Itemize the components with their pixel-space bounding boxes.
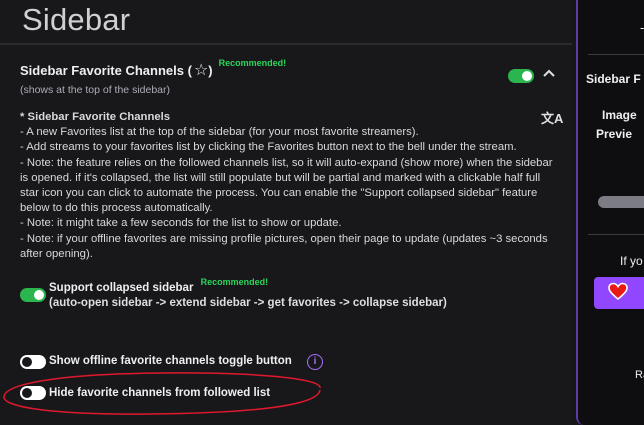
preview-slider[interactable] [598,196,644,208]
support-collapsed-label: Support collapsed sidebar [49,282,194,294]
support-collapsed-toggle[interactable] [20,288,46,302]
panel-divider [588,54,644,55]
description-heading: * Sidebar Favorite Channels [20,111,171,123]
heart-icon [608,282,628,301]
favorite-channels-header: Sidebar Favorite Channels ( ☆ ) Recommen… [20,58,287,96]
chevron-up-icon[interactable] [541,67,557,79]
panel-heading: Sidebar F [586,72,641,86]
favorite-channels-toggle[interactable] [508,69,534,83]
description-line: - A new Favorites list at the top of the… [20,126,419,139]
favorite-channels-title: Sidebar Favorite Channels ( [20,62,192,78]
title-divider [0,43,572,45]
preview-label: Previe [596,127,633,141]
recommended-badge: Recommended! [218,58,287,68]
support-collapsed-sub: (auto-open sidebar -> extend sidebar -> … [49,297,447,309]
image-label: Image [602,108,637,122]
show-offline-label: Show offline favorite channels toggle bu… [49,355,292,367]
panel-dash: - [640,20,644,35]
description-line: - Note: it might take a few seconds for … [20,217,342,230]
show-offline-toggle[interactable] [20,355,46,369]
favorite-button[interactable] [594,277,644,309]
popup-panel: - Sidebar F Image Previe If yo Ra [576,0,644,425]
star-outline-icon: ☆ [193,62,209,79]
page-title: Sidebar [22,2,131,37]
description-line: - Add streams to your favorites list by … [20,141,517,154]
annotation-ellipse [3,372,321,415]
favorite-channels-subtitle: (shows at the top of the sidebar) [20,84,170,96]
description-line: - Note: if your offline favorites are mi… [20,232,548,260]
recommended-badge: Recommended! [200,277,269,287]
panel-text: If yo [620,254,643,268]
favorite-channels-title-close: ) [208,62,213,78]
description-line: - Note: the feature relies on the follow… [20,156,553,215]
panel-footer-text: Ra [635,369,644,381]
settings-panel: Sidebar Sidebar Favorite Channels ( ☆ ) … [0,0,572,425]
feature-description: * Sidebar Favorite Channels - A new Favo… [20,110,560,262]
panel-divider [588,234,644,235]
